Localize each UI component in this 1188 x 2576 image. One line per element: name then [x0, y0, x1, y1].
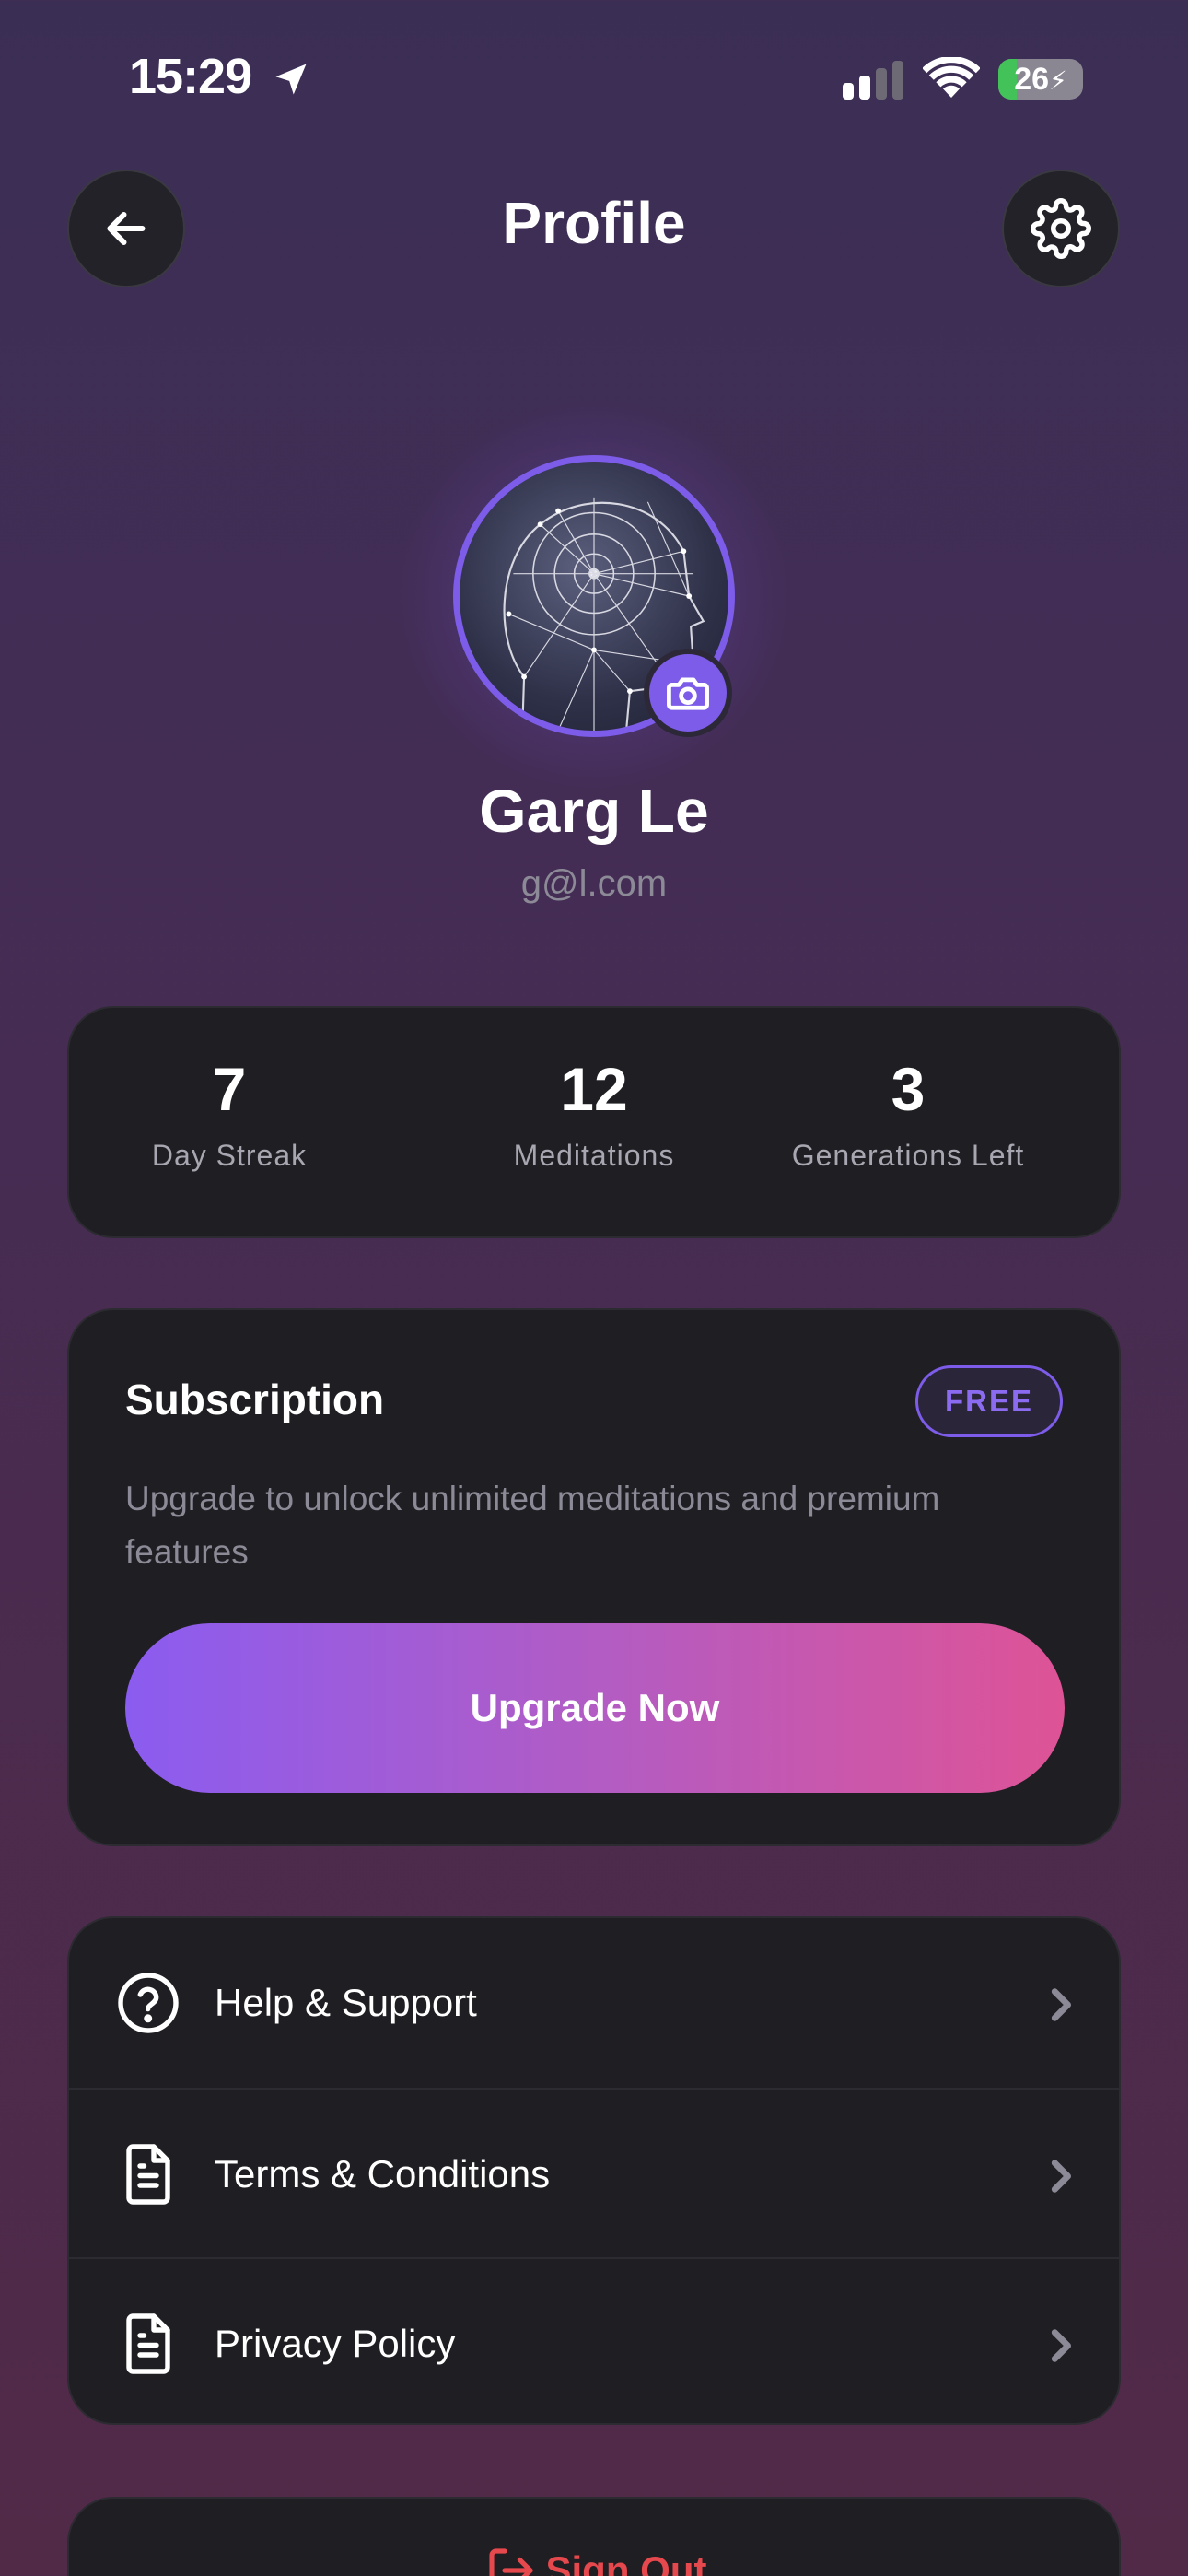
stat-label: Generations Left — [791, 1139, 1025, 1172]
menu-item-label: Terms & Conditions — [215, 2152, 551, 2195]
status-time: 15:29 — [129, 49, 252, 104]
battery-level: 26⚡ — [1014, 62, 1067, 97]
stats-card: 7 Day Streak 12 Meditations 3 Generation… — [67, 1006, 1121, 1238]
sign-out-icon — [488, 2548, 533, 2576]
gear-icon — [1031, 198, 1091, 259]
sign-out-label: Sign Out — [545, 2548, 707, 2576]
stat-value: 12 — [560, 1055, 628, 1123]
menu-card: Help & Support Terms & Conditions Privac… — [67, 1916, 1121, 2425]
user-name: Garg Le — [479, 777, 709, 845]
menu-item-label: Privacy Policy — [215, 2322, 456, 2365]
stat-value: 3 — [891, 1055, 926, 1123]
user-email: g@l.com — [520, 863, 668, 904]
document-icon — [126, 2313, 170, 2374]
stat-generations-left: 3 Generations Left — [751, 1054, 1065, 1173]
battery-icon: 26⚡ — [998, 59, 1083, 100]
menu-item-privacy[interactable]: Privacy Policy — [69, 2257, 1119, 2423]
change-photo-button[interactable] — [644, 649, 732, 737]
sign-out-card[interactable]: Sign Out — [67, 2497, 1121, 2576]
menu-item-help-support[interactable]: Help & Support — [69, 1918, 1119, 2088]
signal-icon — [843, 61, 903, 100]
stat-label: Day Streak — [151, 1139, 308, 1172]
camera-icon — [667, 677, 709, 710]
upgrade-button[interactable]: Upgrade Now — [125, 1623, 1065, 1793]
chevron-right-icon — [1051, 1988, 1071, 2021]
location-arrow-icon — [275, 64, 307, 95]
help-circle-icon — [118, 1973, 179, 2033]
wifi-icon — [923, 57, 980, 98]
chevron-right-icon — [1051, 2160, 1071, 2193]
stat-value: 7 — [212, 1055, 247, 1123]
stat-day-streak: 7 Day Streak — [73, 1054, 386, 1173]
stat-label: Meditations — [513, 1139, 675, 1172]
plan-badge: FREE — [915, 1365, 1063, 1437]
sign-out-button[interactable]: Sign Out — [69, 2545, 1123, 2576]
subscription-description: Upgrade to unlock unlimited meditations … — [125, 1480, 940, 1571]
menu-item-terms[interactable]: Terms & Conditions — [69, 2088, 1119, 2257]
battery-cap — [1077, 72, 1083, 87]
document-icon — [126, 2144, 170, 2205]
subscription-title: Subscription — [125, 1376, 385, 1423]
subscription-card: Subscription FREE Upgrade to unlock unli… — [67, 1308, 1121, 1846]
status-bar: 15:29 26⚡ — [0, 0, 1188, 157]
stat-meditations: 12 Meditations — [437, 1054, 751, 1173]
settings-button[interactable] — [1002, 170, 1120, 287]
chevron-right-icon — [1051, 2329, 1071, 2362]
menu-item-label: Help & Support — [215, 1981, 477, 2024]
